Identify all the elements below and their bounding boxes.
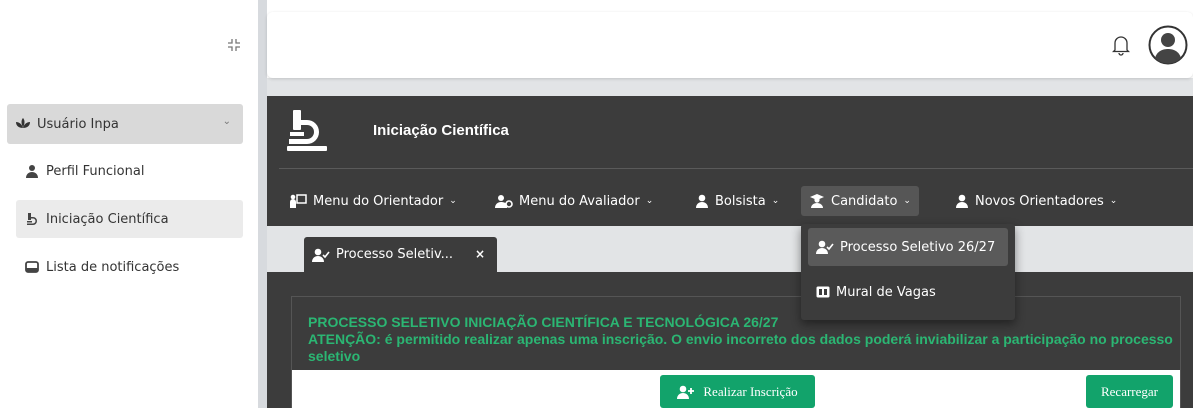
columns-icon bbox=[816, 285, 830, 299]
button-label: Realizar Inscrição bbox=[703, 383, 798, 399]
bell-icon[interactable] bbox=[1111, 34, 1131, 56]
candidato-dropdown-menu: Processo Seletivo 26/27 Mural de Vagas bbox=[801, 224, 1015, 320]
collapse-icon[interactable] bbox=[226, 37, 242, 53]
nav-label: Candidato bbox=[831, 193, 898, 209]
tab-label: Processo Seletiv... bbox=[336, 247, 454, 262]
nav-label: Menu do Avaliador bbox=[519, 193, 640, 209]
user-tie-icon bbox=[24, 163, 40, 179]
notice-text: PROCESSO SELETIVO INICIAÇÃO CIENTÍFICA E… bbox=[308, 314, 1178, 365]
nav-candidato[interactable]: Candidato ⌄ bbox=[801, 186, 919, 216]
nav-label: Novos Orientadores bbox=[975, 193, 1104, 209]
sidebar-item-label: Iniciação Científica bbox=[46, 211, 169, 227]
chevron-down-icon: ⌄ bbox=[645, 196, 654, 206]
microscope-icon bbox=[285, 108, 331, 152]
warning-text: ATENÇÃO: é permitido realizar apenas uma… bbox=[308, 331, 1173, 364]
user-avatar-icon[interactable] bbox=[1148, 25, 1188, 65]
sidebar-group-usuario-inpa[interactable]: Usuário Inpa ⌄ bbox=[7, 104, 243, 144]
user-tie-icon bbox=[955, 194, 969, 208]
chevron-down-icon: ⌄ bbox=[222, 116, 231, 127]
module-title: Iniciação Científica bbox=[373, 122, 509, 139]
tab-processo-seletivo[interactable]: Processo Seletiv... × bbox=[304, 237, 497, 272]
sidebar-item-perfil-funcional[interactable]: Perfil Funcional bbox=[16, 152, 243, 190]
button-label: Recarregar bbox=[1100, 383, 1158, 399]
header-divider bbox=[279, 168, 1193, 169]
sidebar-item-lista-notificacoes[interactable]: Lista de notificações bbox=[16, 248, 243, 286]
menu-item-mural-de-vagas[interactable]: Mural de Vagas bbox=[808, 273, 1008, 311]
microscope-icon bbox=[24, 211, 40, 227]
user-plus-icon bbox=[677, 385, 695, 399]
process-title: PROCESSO SELETIVO INICIAÇÃO CIENTÍFICA E… bbox=[308, 314, 779, 330]
recarregar-button[interactable]: Recarregar bbox=[1086, 375, 1173, 408]
chevron-down-icon: ⌄ bbox=[771, 196, 780, 206]
module-header: Iniciação Científica Menu do Orientador … bbox=[267, 96, 1193, 226]
lotus-icon bbox=[15, 116, 31, 132]
user-graduate-icon bbox=[809, 194, 825, 208]
inbox-icon bbox=[24, 259, 40, 275]
menu-item-processo-seletivo[interactable]: Processo Seletivo 26/27 bbox=[808, 228, 1008, 266]
menu-item-label: Mural de Vagas bbox=[836, 284, 936, 300]
chevron-down-icon: ⌄ bbox=[449, 196, 457, 206]
sidebar-group-label: Usuário Inpa bbox=[37, 116, 119, 132]
user-check-icon bbox=[312, 248, 330, 262]
nav-novos-orientadores[interactable]: Novos Orientadores ⌄ bbox=[947, 186, 1125, 216]
nav-bolsista[interactable]: Bolsista ⌄ bbox=[687, 186, 787, 216]
sidebar-divider bbox=[258, 0, 267, 408]
user-icon bbox=[695, 194, 709, 208]
chevron-down-icon: ⌄ bbox=[903, 196, 911, 206]
sidebar: Usuário Inpa ⌄ Perfil Funcional Iniciaçã… bbox=[0, 0, 258, 408]
nav-menu-orientador[interactable]: Menu do Orientador ⌄ bbox=[281, 186, 465, 216]
user-check-icon bbox=[816, 240, 834, 254]
close-icon[interactable]: × bbox=[475, 247, 485, 261]
top-bar bbox=[267, 12, 1193, 78]
realizar-inscricao-button[interactable]: Realizar Inscrição bbox=[660, 375, 815, 408]
chalkboard-teacher-icon bbox=[289, 194, 307, 208]
nav-menu-avaliador[interactable]: Menu do Avaliador ⌄ bbox=[487, 186, 661, 216]
user-cog-icon bbox=[495, 194, 513, 208]
sidebar-item-label: Perfil Funcional bbox=[46, 163, 145, 179]
nav-label: Menu do Orientador bbox=[313, 193, 444, 209]
sidebar-item-iniciacao-cientifica[interactable]: Iniciação Científica bbox=[16, 200, 243, 238]
chevron-down-icon: ⌄ bbox=[1109, 196, 1118, 206]
menu-item-label: Processo Seletivo 26/27 bbox=[840, 239, 996, 255]
sidebar-item-label: Lista de notificações bbox=[46, 259, 180, 275]
nav-label: Bolsista bbox=[715, 193, 766, 209]
